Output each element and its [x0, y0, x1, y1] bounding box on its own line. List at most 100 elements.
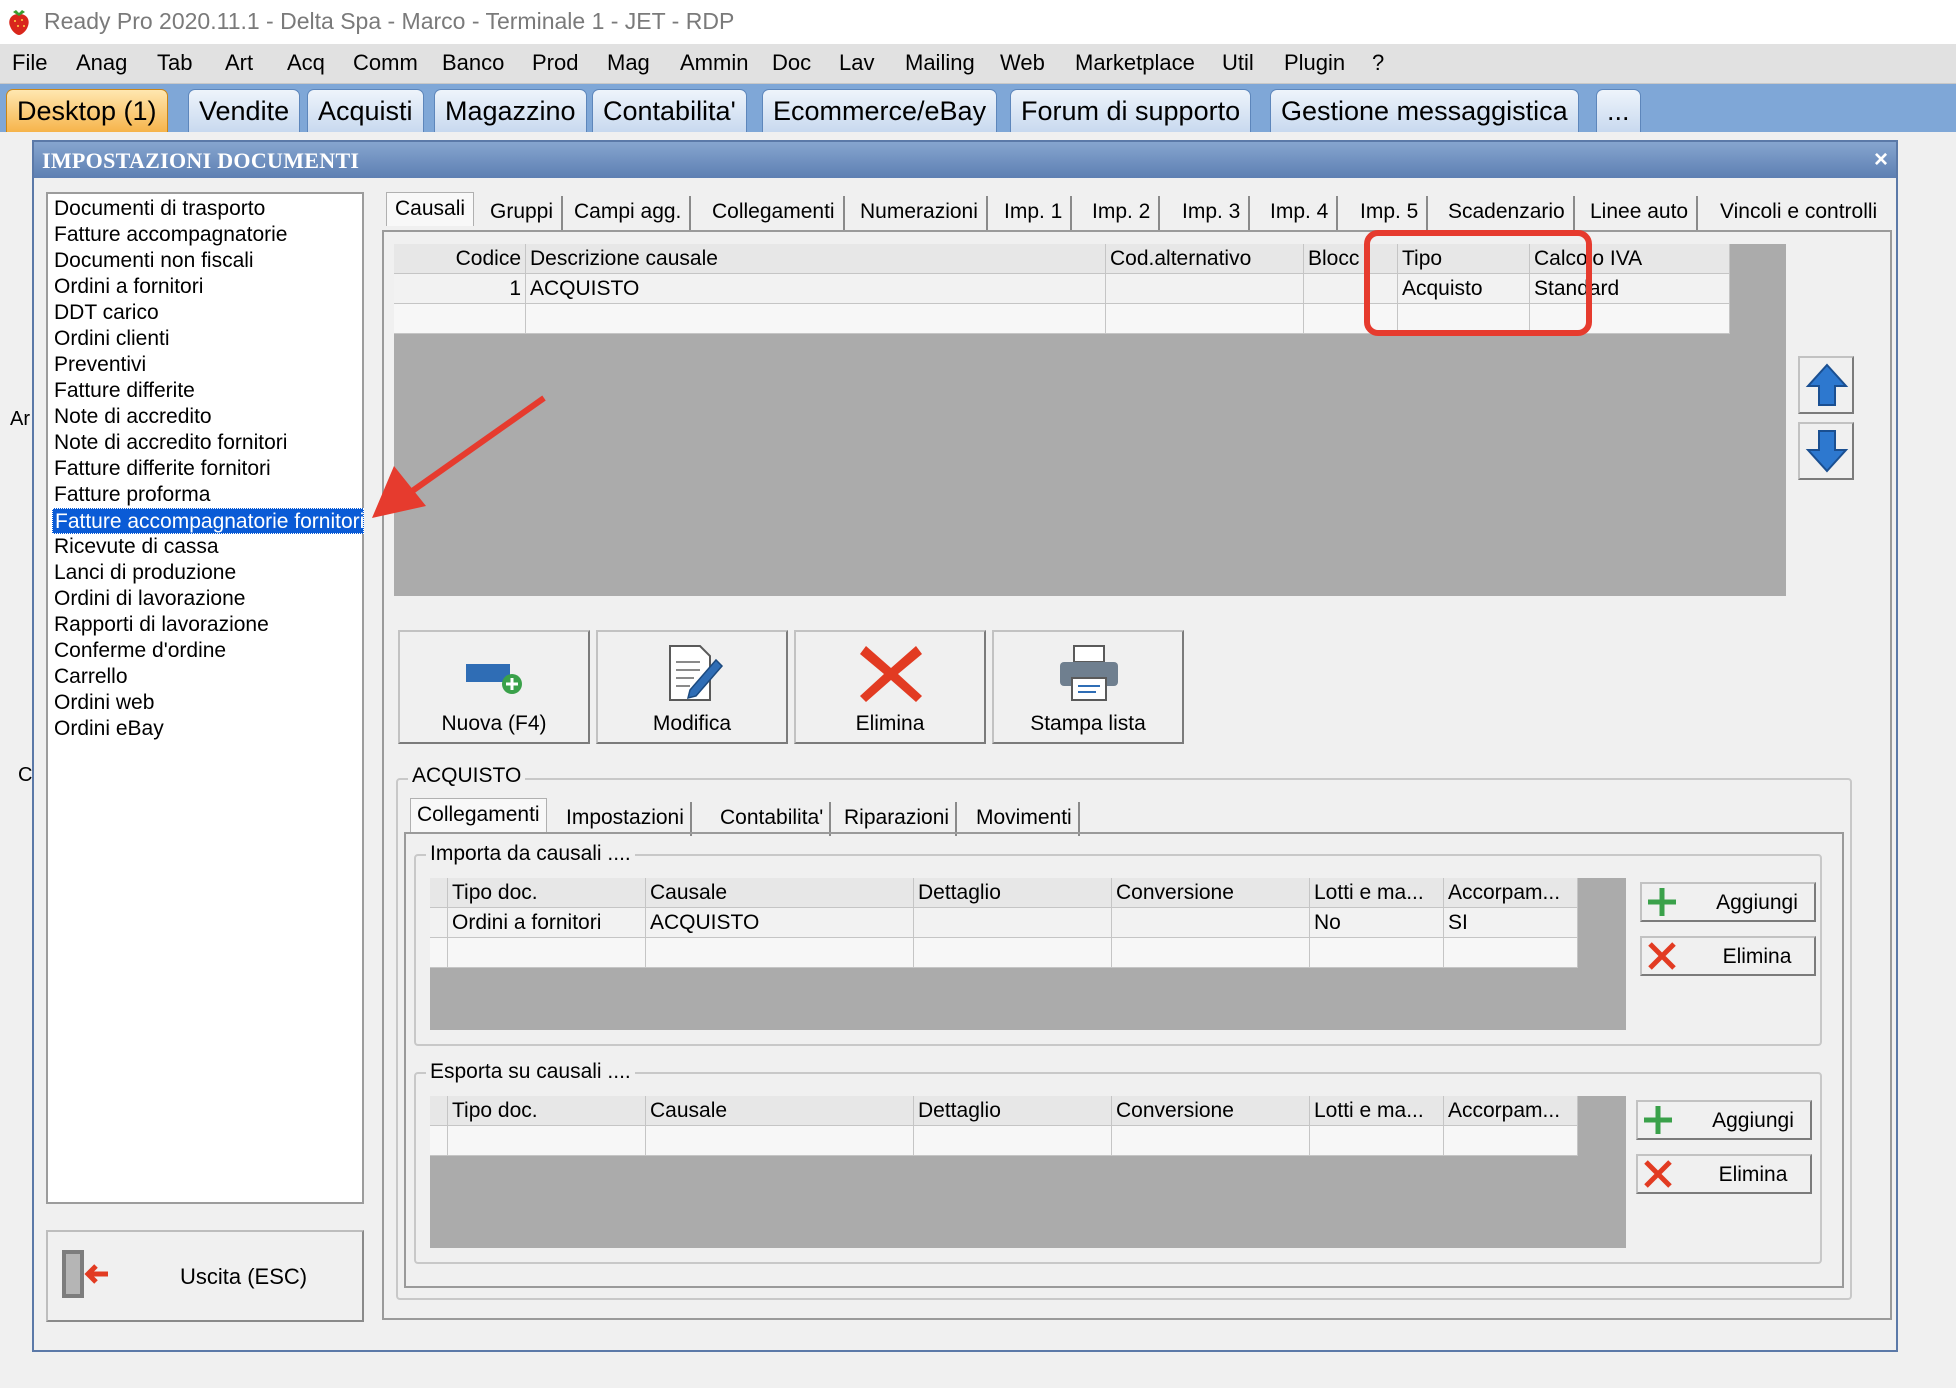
- menu-lav[interactable]: Lav: [839, 50, 874, 76]
- tab-imp-5[interactable]: Imp. 5: [1352, 196, 1429, 230]
- grid-cell-empty[interactable]: [1310, 938, 1444, 968]
- menu-mailing[interactable]: Mailing: [905, 50, 975, 76]
- export-grid[interactable]: Tipo doc. Causale Dettaglio Conversione …: [430, 1096, 1626, 1248]
- close-icon[interactable]: ×: [1874, 146, 1888, 174]
- tab-scadenzario[interactable]: Scadenzario: [1440, 196, 1575, 230]
- import-grid[interactable]: Tipo doc. Causale Dettaglio Conversione …: [430, 878, 1626, 1030]
- tab-acquisti[interactable]: Acquisti: [307, 89, 424, 132]
- list-item[interactable]: Documenti non fiscali: [52, 248, 362, 274]
- menu-marketplace[interactable]: Marketplace: [1075, 50, 1195, 76]
- grid-cell-empty[interactable]: [394, 304, 526, 334]
- list-item[interactable]: Ordini di lavorazione: [52, 586, 362, 612]
- grid-cell-empty[interactable]: [448, 938, 646, 968]
- grid-cell-empty[interactable]: [1444, 938, 1578, 968]
- list-item[interactable]: Ordini a fornitori: [52, 274, 362, 300]
- grid-header[interactable]: Lotti e ma...: [1310, 878, 1444, 908]
- grid-cell-empty[interactable]: [914, 938, 1112, 968]
- list-item[interactable]: Fatture differite: [52, 378, 362, 404]
- tab-vendite[interactable]: Vendite: [188, 89, 301, 132]
- grid-header[interactable]: Codice: [394, 244, 526, 274]
- menu-util[interactable]: Util: [1222, 50, 1254, 76]
- list-item[interactable]: Ordini web: [52, 690, 362, 716]
- grid-cell-empty[interactable]: [1112, 938, 1310, 968]
- menu-doc[interactable]: Doc: [772, 50, 811, 76]
- list-item[interactable]: Note di accredito: [52, 404, 362, 430]
- tab-magazzino[interactable]: Magazzino: [434, 89, 587, 132]
- menu-anag[interactable]: Anag: [76, 50, 127, 76]
- grid-cell-empty[interactable]: [1444, 1126, 1578, 1156]
- delete-button[interactable]: Elimina: [794, 630, 986, 744]
- menu-web[interactable]: Web: [1000, 50, 1045, 76]
- list-item[interactable]: Ricevute di cassa: [52, 534, 362, 560]
- tab-collegamenti[interactable]: Collegamenti: [704, 196, 845, 230]
- exit-button[interactable]: Uscita (ESC): [46, 1230, 364, 1322]
- tab-imp-1[interactable]: Imp. 1: [996, 196, 1073, 230]
- document-type-list[interactable]: Documenti di trasporto Fatture accompagn…: [46, 192, 364, 1204]
- list-item[interactable]: Note di accredito fornitori: [52, 430, 362, 456]
- grid-header[interactable]: Cod.alternativo: [1106, 244, 1304, 274]
- list-item[interactable]: Fatture accompagnatorie: [52, 222, 362, 248]
- menu-mag[interactable]: Mag: [607, 50, 650, 76]
- list-item[interactable]: Rapporti di lavorazione: [52, 612, 362, 638]
- list-item[interactable]: Fatture proforma: [52, 482, 362, 508]
- tab-imp-2[interactable]: Imp. 2: [1084, 196, 1161, 230]
- move-up-button[interactable]: [1798, 356, 1854, 414]
- tab-linee-auto[interactable]: Linee auto: [1582, 196, 1699, 230]
- subtab-movimenti[interactable]: Movimenti: [970, 802, 1080, 836]
- tab-imp-3[interactable]: Imp. 3: [1174, 196, 1251, 230]
- list-item[interactable]: Ordini clienti: [52, 326, 362, 352]
- tab-campi-agg[interactable]: Campi agg.: [566, 196, 692, 230]
- grid-header[interactable]: Conversione: [1112, 1096, 1310, 1126]
- grid-cell-tipo-doc[interactable]: Ordini a fornitori: [448, 908, 646, 938]
- subtab-contabilita[interactable]: Contabilita': [714, 802, 832, 836]
- menu-help[interactable]: ?: [1372, 50, 1384, 76]
- tab-desktop[interactable]: Desktop (1): [6, 89, 168, 132]
- tab-contabilita[interactable]: Contabilita': [592, 89, 747, 132]
- list-item[interactable]: Conferme d'ordine: [52, 638, 362, 664]
- list-item[interactable]: Documenti di trasporto: [52, 196, 362, 222]
- list-item[interactable]: Preventivi: [52, 352, 362, 378]
- import-add-button[interactable]: Aggiungi: [1640, 882, 1816, 922]
- grid-header[interactable]: Tipo doc.: [448, 878, 646, 908]
- menu-art[interactable]: Art: [225, 50, 253, 76]
- grid-cell-lotti[interactable]: No: [1310, 908, 1444, 938]
- grid-cell-empty[interactable]: [1112, 1126, 1310, 1156]
- export-remove-button[interactable]: Elimina: [1636, 1154, 1812, 1194]
- menu-plugin[interactable]: Plugin: [1284, 50, 1345, 76]
- tab-messaggistica[interactable]: Gestione messaggistica: [1270, 89, 1579, 132]
- tab-imp-4[interactable]: Imp. 4: [1262, 196, 1339, 230]
- subtab-impostazioni[interactable]: Impostazioni: [560, 802, 692, 836]
- grid-cell-empty[interactable]: [526, 304, 1106, 334]
- grid-header[interactable]: Dettaglio: [914, 1096, 1112, 1126]
- tab-more[interactable]: ...: [1596, 89, 1641, 132]
- grid-cell-codice[interactable]: 1: [394, 274, 526, 304]
- move-down-button[interactable]: [1798, 422, 1854, 480]
- grid-cell-empty[interactable]: [646, 938, 914, 968]
- list-item[interactable]: Ordini eBay: [52, 716, 362, 742]
- grid-cell-cod-alternativo[interactable]: [1106, 274, 1304, 304]
- grid-cell-empty[interactable]: [646, 1126, 914, 1156]
- menu-tab[interactable]: Tab: [157, 50, 192, 76]
- grid-header[interactable]: Dettaglio: [914, 878, 1112, 908]
- grid-cell-causale[interactable]: ACQUISTO: [646, 908, 914, 938]
- export-add-button[interactable]: Aggiungi: [1636, 1100, 1812, 1140]
- grid-header[interactable]: Lotti e ma...: [1310, 1096, 1444, 1126]
- tab-causali[interactable]: Causali: [386, 192, 475, 226]
- import-remove-button[interactable]: Elimina: [1640, 936, 1816, 976]
- tab-gruppi[interactable]: Gruppi: [482, 196, 564, 230]
- menu-banco[interactable]: Banco: [442, 50, 504, 76]
- print-list-button[interactable]: Stampa lista: [992, 630, 1184, 744]
- grid-cell-empty[interactable]: [1310, 1126, 1444, 1156]
- grid-header[interactable]: Conversione: [1112, 878, 1310, 908]
- tab-ecommerce[interactable]: Ecommerce/eBay: [762, 89, 998, 132]
- menu-comm[interactable]: Comm: [353, 50, 418, 76]
- grid-cell-descrizione[interactable]: ACQUISTO: [526, 274, 1106, 304]
- grid-header[interactable]: Tipo doc.: [448, 1096, 646, 1126]
- tab-vincoli[interactable]: Vincoli e controlli: [1712, 196, 1885, 230]
- list-item[interactable]: DDT carico: [52, 300, 362, 326]
- grid-header[interactable]: Descrizione causale: [526, 244, 1106, 274]
- edit-button[interactable]: Modifica: [596, 630, 788, 744]
- grid-cell-dettaglio[interactable]: [914, 908, 1112, 938]
- grid-cell-accorpam[interactable]: SI: [1444, 908, 1578, 938]
- grid-cell-conversione[interactable]: [1112, 908, 1310, 938]
